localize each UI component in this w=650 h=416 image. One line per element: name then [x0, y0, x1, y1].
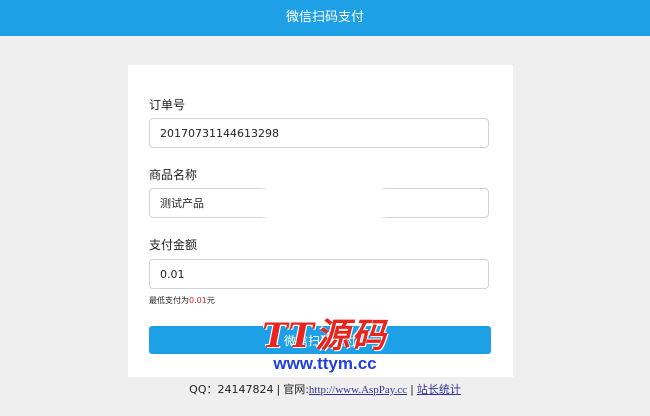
product-name-label: 商品名称	[149, 168, 198, 182]
hint-amount: 0.01	[189, 296, 207, 305]
footer: QQ：24147824 | 官网:http://www.AspPay.cc | 站长统计	[0, 381, 650, 397]
page-title: 微信扫码支付	[285, 10, 364, 25]
page-header: 微信扫码支付	[0, 0, 650, 36]
hint-suffix: 元	[206, 296, 215, 305]
site-stats-link[interactable]: 站长统计	[417, 383, 461, 396]
footer-separator-2: |	[410, 383, 414, 396]
wechat-pay-button[interactable]: 微信扫码支付	[149, 326, 491, 354]
hint-prefix: 最低支付为	[149, 296, 189, 305]
amount-label: 支付金额	[149, 238, 198, 252]
official-site-link[interactable]: http://www.AspPay.cc	[309, 384, 407, 396]
order-number-input[interactable]	[149, 118, 489, 148]
amount-input[interactable]	[149, 259, 489, 289]
qq-number: 24147824	[217, 383, 274, 396]
qq-label: QQ：	[189, 383, 218, 396]
minimum-amount-hint: 最低支付为0.01元	[149, 295, 215, 306]
redaction-patch	[268, 183, 380, 227]
official-site-label: 官网:	[283, 383, 309, 396]
footer-separator: |	[276, 383, 281, 396]
order-number-label: 订单号	[149, 98, 186, 112]
